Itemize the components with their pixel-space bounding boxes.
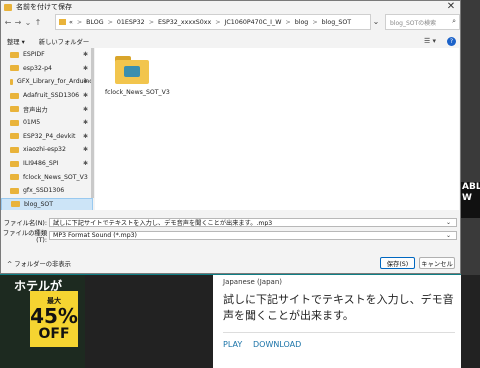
chevron-down-icon[interactable]: ⌄ <box>371 14 381 30</box>
close-button[interactable]: ✕ <box>444 1 458 13</box>
folder-icon <box>10 51 19 58</box>
organize-button[interactable]: 整理 ▾ <box>7 37 25 46</box>
pin-icon: ✱ <box>82 78 88 86</box>
breadcrumb-item[interactable]: BLOG <box>86 19 103 26</box>
folder-icon <box>10 146 19 153</box>
pin-icon: ✱ <box>82 146 88 154</box>
chevron-down-icon[interactable]: ⌄ <box>446 219 451 226</box>
advertisement[interactable]: ホテルが 最大 45% OFF <box>0 275 85 368</box>
sample-text: 試しに下記サイトでテキストを入力し、デモ音声を聞くことが出来ます。 <box>223 293 454 322</box>
search-placeholder: blog_SOTの検索 <box>390 19 437 27</box>
navigation-pane: ESPIDF ✱ esp32-p4 ✱ GFX_Library_for_Arduin… <box>1 48 93 210</box>
forward-arrow-icon[interactable]: → <box>13 18 23 27</box>
sidebar-item[interactable]: esp32-p4 ✱ <box>1 62 93 76</box>
sidebar-item[interactable]: 01M5 ✱ <box>1 116 93 130</box>
folder-icon <box>10 106 19 113</box>
filetype-label: ファイルの種類(T): <box>2 229 47 244</box>
folder-icon <box>11 201 20 208</box>
sidebar-item[interactable]: ESP32_P4_devkit ✱ <box>1 130 93 144</box>
folder-icon <box>10 92 19 99</box>
file-name: fclock_News_SOT_V3 <box>105 89 170 96</box>
address-bar[interactable]: « > BLOG > 01ESP32 > ESP32_xxxxS0xx > JC… <box>55 14 371 30</box>
sidebar-item[interactable]: gfx_SSD1306 <box>1 184 93 198</box>
dialog-footer: ^ フォルダーの非表示 保存(S) キャンセル <box>1 253 460 273</box>
sidebar-item[interactable]: ILI9486_SPI ✱ <box>1 157 93 171</box>
chevron-down-icon[interactable]: ⌄ <box>446 232 451 239</box>
ad-discount-box: 最大 45% OFF <box>30 291 78 347</box>
breadcrumb-item[interactable]: JC1060P470C_I_W <box>225 19 282 26</box>
sidebar-item[interactable]: 音声出力 ✱ <box>1 102 93 116</box>
filetype-select[interactable]: MP3 Format Sound (*.mp3) ⌄ <box>49 231 457 240</box>
pin-icon: ✱ <box>82 132 88 140</box>
help-icon[interactable]: ? <box>447 36 456 46</box>
hide-folders-toggle[interactable]: ^ フォルダーの非表示 <box>7 259 71 268</box>
folder-icon <box>10 174 19 181</box>
breadcrumb-item[interactable]: blog <box>295 19 309 26</box>
breadcrumb-item[interactable]: 01ESP32 <box>117 19 145 26</box>
new-folder-button[interactable]: 新しいフォルダー <box>39 37 89 46</box>
folder-icon <box>59 19 66 25</box>
up-arrow-icon[interactable]: ↑ <box>33 18 43 27</box>
sidebar-item[interactable]: xiaozhi-esp32 ✱ <box>1 143 93 157</box>
background-peek-text: ABL W <box>461 182 480 218</box>
cancel-button[interactable]: キャンセル <box>419 257 455 269</box>
download-link[interactable]: DOWNLOAD <box>253 340 301 349</box>
sidebar-item[interactable]: ESPIDF ✱ <box>1 48 93 62</box>
ad-off: OFF <box>38 326 70 342</box>
breadcrumb-item[interactable]: blog_SOT <box>322 19 352 26</box>
pin-icon: ✱ <box>82 51 88 59</box>
breadcrumb-item[interactable]: ESP32_xxxxS0xx <box>158 19 211 26</box>
file-item[interactable]: fclock_News_SOT_V3 <box>105 56 170 97</box>
folder-icon <box>10 119 19 126</box>
file-list: fclock_News_SOT_V3 <box>95 48 459 210</box>
folder-icon <box>10 133 19 140</box>
pin-icon: ✱ <box>82 92 88 100</box>
pin-icon: ✱ <box>82 105 88 113</box>
sidebar-item-selected[interactable]: blog_SOT <box>1 197 93 210</box>
tts-sample-card: Japanese (Japan) 試しに下記サイトでテキストを入力し、デモ音声を… <box>213 275 461 368</box>
search-input[interactable]: blog_SOTの検索 ⌕ <box>385 14 460 30</box>
folder-icon <box>10 78 14 85</box>
filename-label: ファイル名(N): <box>3 220 47 227</box>
pin-icon: ✱ <box>82 64 88 72</box>
play-link[interactable]: PLAY <box>223 340 242 349</box>
dialog-toolbar: 整理 ▾ 新しいフォルダー ☰ ▾ ? <box>1 35 460 47</box>
filename-row: ファイル名(N): 試しに下記サイトでテキストを入力し、デモ音声を聞くことが出来… <box>1 217 460 228</box>
pin-icon: ✱ <box>82 160 88 168</box>
navigation-bar: ← → ⌄ ↑ « > BLOG > 01ESP32 > ESP32_xxxxS… <box>3 14 460 30</box>
pin-icon: ✱ <box>82 119 88 127</box>
sidebar-item[interactable]: GFX_Library_for_Arduino ✱ <box>1 75 93 89</box>
card-divider <box>223 332 455 333</box>
folder-icon <box>4 3 12 11</box>
sidebar-item[interactable]: fclock_News_SOT_V3 <box>1 170 93 184</box>
dialog-title: 名前を付けて保存 <box>16 3 72 11</box>
search-icon: ⌕ <box>452 17 456 25</box>
view-options-icon[interactable]: ☰ ▾ <box>424 37 436 45</box>
breadcrumb-overflow[interactable]: « <box>69 19 73 26</box>
folder-icon <box>10 187 19 194</box>
filetype-row: ファイルの種類(T): MP3 Format Sound (*.mp3) ⌄ <box>1 229 460 244</box>
sidebar-scrollbar[interactable] <box>91 48 94 198</box>
save-as-dialog: 名前を付けて保存 ✕ ← → ⌄ ↑ « > BLOG > 01ESP32 > … <box>0 0 461 274</box>
back-arrow-icon[interactable]: ← <box>3 18 13 27</box>
folder-icon <box>115 56 149 84</box>
save-button[interactable]: 保存(S) <box>380 257 415 269</box>
language-label: Japanese (Japan) <box>223 278 282 286</box>
filename-input[interactable]: 試しに下記サイトでテキストを入力し、デモ音声を聞くことが出来ます。.mp3 ⌄ <box>49 218 457 227</box>
folder-icon <box>10 65 19 72</box>
dialog-titlebar[interactable]: 名前を付けて保存 ✕ <box>1 1 460 13</box>
recent-dropdown-icon[interactable]: ⌄ <box>23 18 33 27</box>
sidebar-item[interactable]: Adafruit_SSD1306 ✱ <box>1 89 93 103</box>
folder-icon <box>10 160 19 167</box>
ad-percent: 45% <box>30 304 78 328</box>
